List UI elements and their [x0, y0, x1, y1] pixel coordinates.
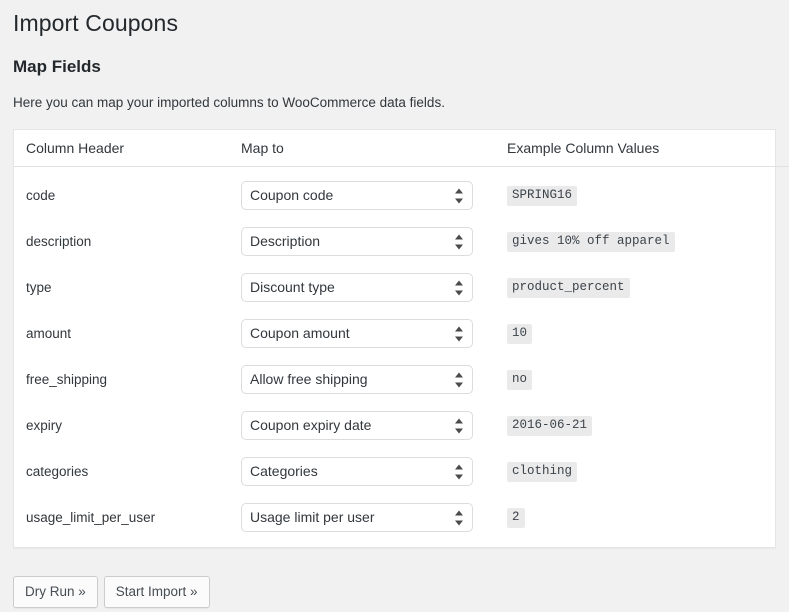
select-updown-arrows-icon — [455, 233, 464, 250]
map-to-select-value: Allow free shipping — [250, 371, 368, 387]
example-value: 10 — [507, 324, 532, 344]
source-column-name: free_shipping — [14, 357, 229, 403]
example-value: 2016-06-21 — [507, 416, 592, 436]
source-column-name: categories — [14, 449, 229, 495]
map-to-select-value: Discount type — [250, 279, 335, 295]
dry-run-button[interactable]: Dry Run » — [13, 576, 98, 609]
map-to-heading: Map to — [229, 130, 495, 167]
select-updown-arrows-icon — [455, 417, 464, 434]
source-column-name: usage_limit_per_user — [14, 495, 229, 547]
table-row: type Discount type product_percent — [14, 265, 789, 311]
table-row: expiry Coupon expiry date 2016-06-21 — [14, 403, 789, 449]
map-to-cell: Coupon code — [229, 166, 495, 219]
example-value-cell: 2016-06-21 — [495, 403, 789, 449]
select-updown-arrows-icon — [455, 325, 464, 342]
select-updown-arrows-icon — [455, 371, 464, 388]
map-to-select[interactable]: Coupon code — [241, 181, 473, 210]
map-to-select-value: Coupon amount — [250, 325, 350, 341]
example-value: product_percent — [507, 278, 630, 298]
map-to-select[interactable]: Discount type — [241, 273, 473, 302]
map-to-cell: Discount type — [229, 265, 495, 311]
map-to-select[interactable]: Coupon amount — [241, 319, 473, 348]
example-value: clothing — [507, 462, 577, 482]
example-value-cell: gives 10% off apparel — [495, 219, 789, 265]
source-column-name: amount — [14, 311, 229, 357]
example-value-cell: 10 — [495, 311, 789, 357]
source-column-name: type — [14, 265, 229, 311]
map-to-select-value: Coupon code — [250, 187, 333, 203]
table-body: code Coupon code SPRING16 de — [14, 166, 789, 547]
page-title: Import Coupons — [13, 0, 776, 43]
table-row: free_shipping Allow free shipping no — [14, 357, 789, 403]
example-value-cell: no — [495, 357, 789, 403]
map-to-select-value: Usage limit per user — [250, 509, 375, 525]
table-row: categories Categories clothing — [14, 449, 789, 495]
map-to-cell: Coupon expiry date — [229, 403, 495, 449]
field-mapping-panel: Column Header Map to Example Column Valu… — [13, 129, 776, 548]
column-header-heading: Column Header — [14, 130, 229, 167]
map-to-cell: Description — [229, 219, 495, 265]
table-row: description Description gives 10% off ap… — [14, 219, 789, 265]
source-column-name: description — [14, 219, 229, 265]
map-to-select[interactable]: Allow free shipping — [241, 365, 473, 394]
example-value-cell: SPRING16 — [495, 166, 789, 219]
example-value-cell: clothing — [495, 449, 789, 495]
example-value-cell: product_percent — [495, 265, 789, 311]
action-buttons: Dry Run » Start Import » — [13, 576, 776, 609]
map-to-select[interactable]: Coupon expiry date — [241, 411, 473, 440]
example-value-cell: 2 — [495, 495, 789, 547]
field-mapping-table: Column Header Map to Example Column Valu… — [14, 130, 789, 547]
example-value: 2 — [507, 508, 525, 528]
select-updown-arrows-icon — [455, 509, 464, 526]
example-values-heading: Example Column Values — [495, 130, 789, 167]
import-coupons-page: Import Coupons Map Fields Here you can m… — [0, 0, 789, 612]
map-to-select-value: Description — [250, 233, 320, 249]
map-to-select[interactable]: Description — [241, 227, 473, 256]
source-column-name: expiry — [14, 403, 229, 449]
select-updown-arrows-icon — [455, 187, 464, 204]
map-fields-description: Here you can map your imported columns t… — [13, 77, 776, 113]
table-header-row: Column Header Map to Example Column Valu… — [14, 130, 789, 167]
example-value: no — [507, 370, 532, 390]
start-import-button[interactable]: Start Import » — [104, 576, 210, 609]
map-to-cell: Coupon amount — [229, 311, 495, 357]
select-updown-arrows-icon — [455, 463, 464, 480]
map-to-select[interactable]: Usage limit per user — [241, 503, 473, 532]
example-value: gives 10% off apparel — [507, 232, 675, 252]
map-fields-heading: Map Fields — [13, 43, 776, 77]
source-column-name: code — [14, 166, 229, 219]
table-row: amount Coupon amount 10 — [14, 311, 789, 357]
map-to-select-value: Coupon expiry date — [250, 417, 371, 433]
map-to-select[interactable]: Categories — [241, 457, 473, 486]
map-to-cell: Allow free shipping — [229, 357, 495, 403]
map-to-cell: Usage limit per user — [229, 495, 495, 547]
example-value: SPRING16 — [507, 186, 577, 206]
select-updown-arrows-icon — [455, 279, 464, 296]
table-row: usage_limit_per_user Usage limit per use… — [14, 495, 789, 547]
table-row: code Coupon code SPRING16 — [14, 166, 789, 219]
map-to-select-value: Categories — [250, 463, 318, 479]
map-to-cell: Categories — [229, 449, 495, 495]
table-head: Column Header Map to Example Column Valu… — [14, 130, 789, 167]
